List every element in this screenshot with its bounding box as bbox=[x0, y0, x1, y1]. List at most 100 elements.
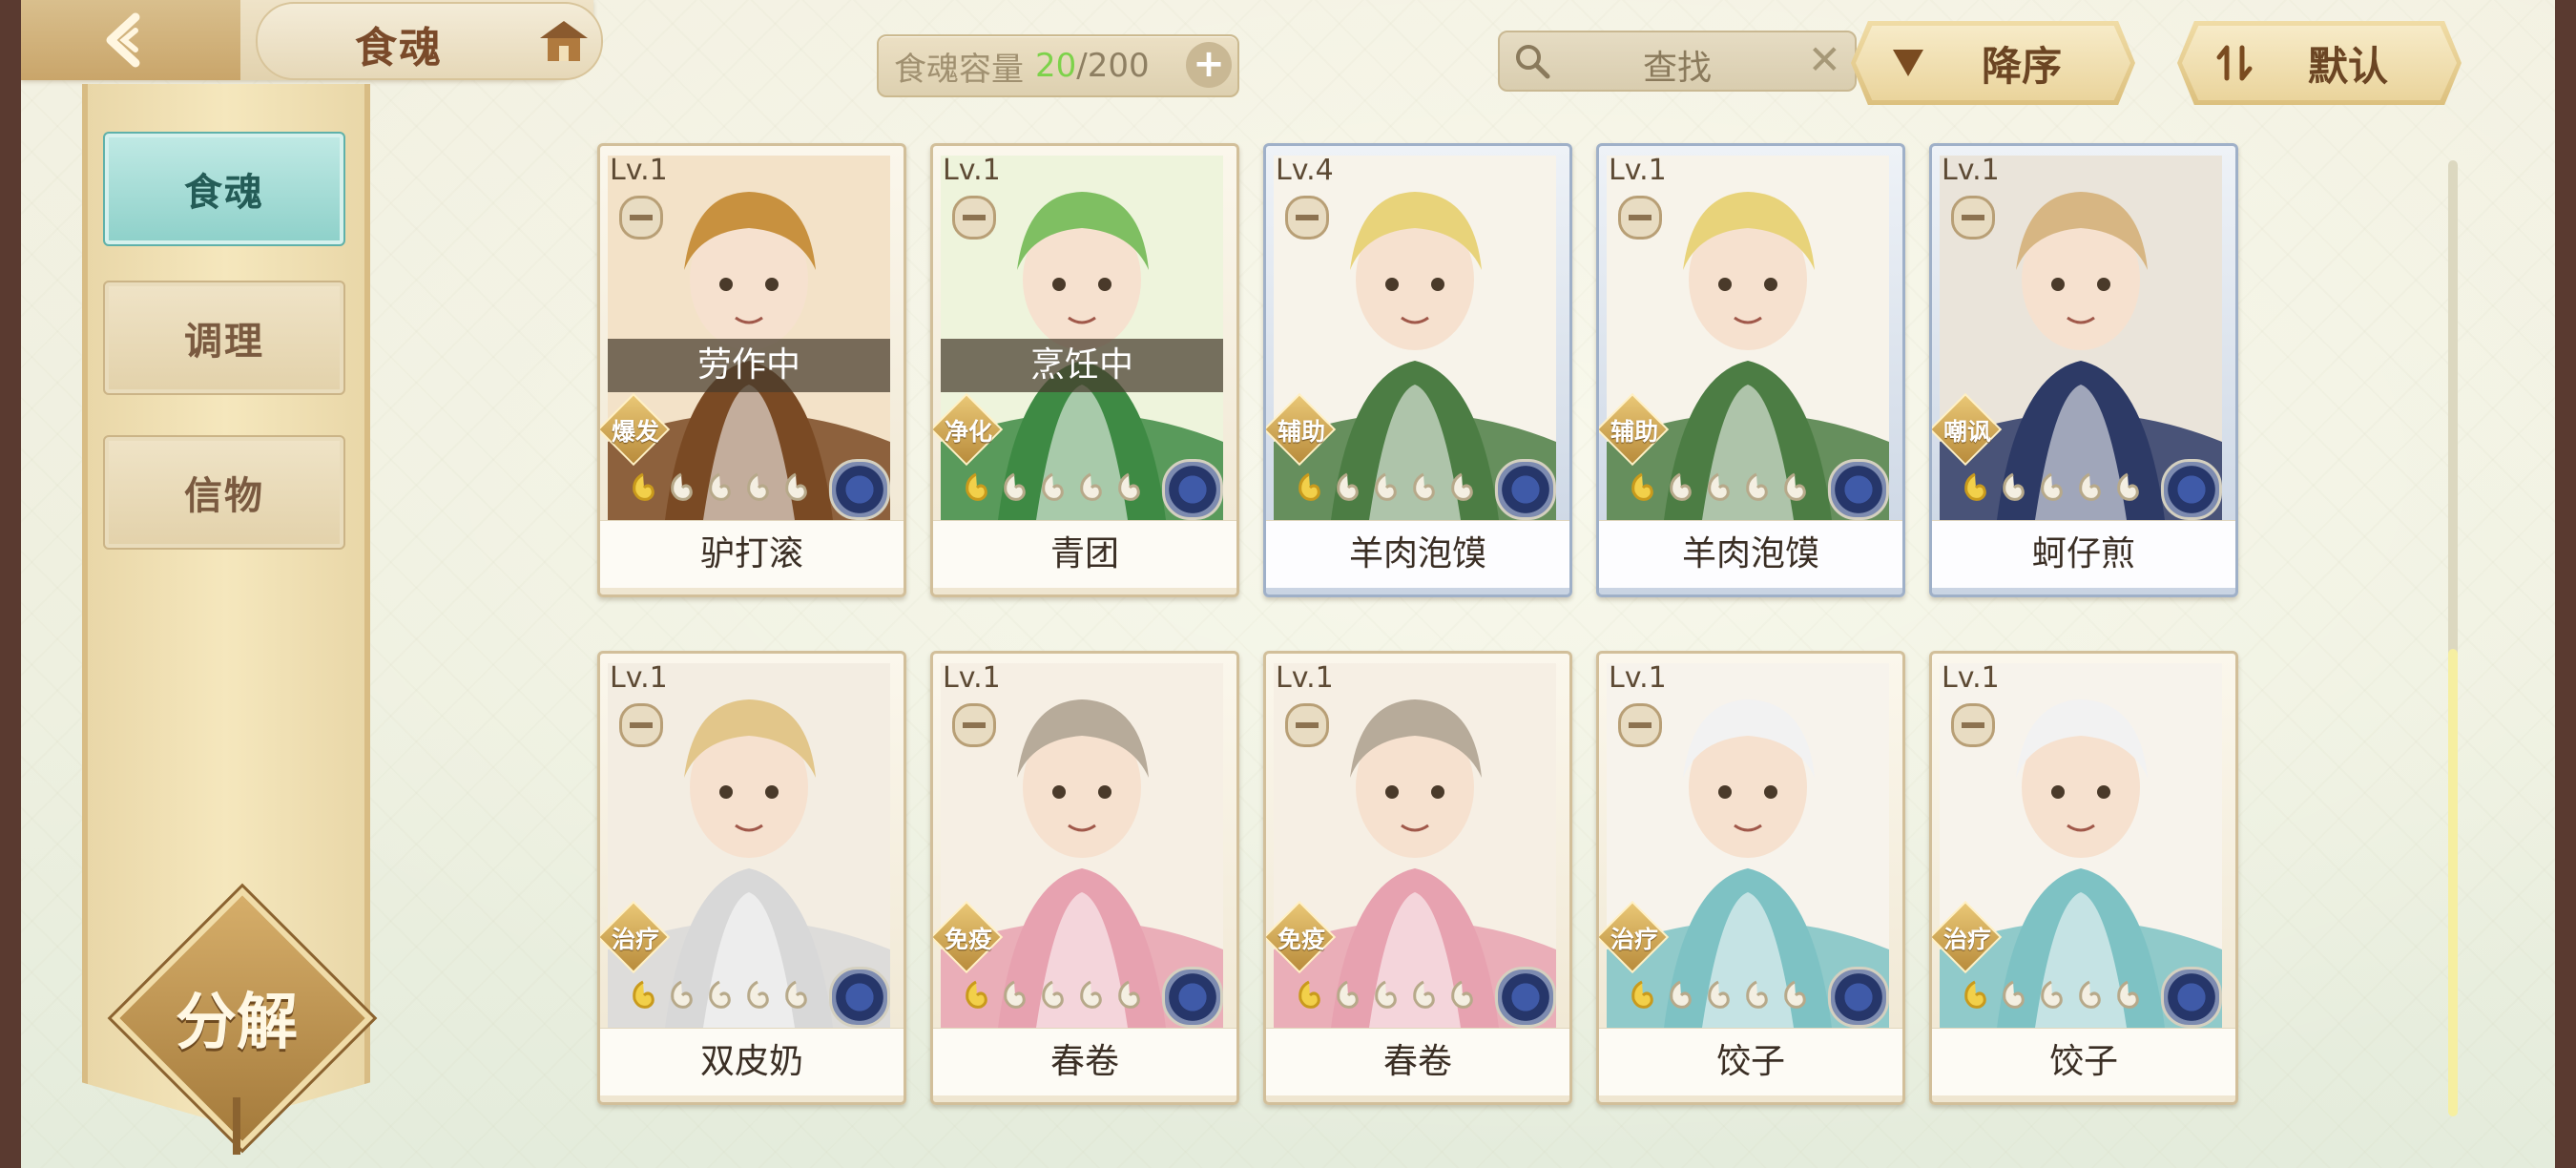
sidebar-tab-label: 调理 bbox=[184, 320, 264, 364]
food-soul-card[interactable]: Lv.4 辅助 羊肉泡馍 bbox=[1263, 143, 1572, 597]
role-badge: 爆发 bbox=[600, 392, 671, 467]
lock-icon[interactable] bbox=[619, 196, 663, 240]
card-level: Lv.1 bbox=[943, 154, 1001, 187]
clear-search-icon[interactable]: ✕ bbox=[1808, 36, 1841, 83]
add-capacity-button[interactable]: + bbox=[1186, 42, 1232, 88]
capacity-max: 200 bbox=[1087, 47, 1150, 85]
role-badge: 净化 bbox=[933, 392, 1004, 467]
search-box[interactable]: 查找 ✕ bbox=[1498, 31, 1857, 92]
card-level: Lv.1 bbox=[1609, 154, 1667, 187]
element-icon bbox=[1495, 967, 1556, 1028]
element-icon bbox=[2161, 459, 2222, 520]
home-icon[interactable] bbox=[536, 17, 592, 65]
star-icon bbox=[1664, 978, 1696, 1011]
card-status: 劳作中 bbox=[608, 339, 890, 392]
star-icon bbox=[627, 470, 659, 503]
card-level: Lv.1 bbox=[1276, 661, 1334, 695]
star-icon bbox=[1740, 470, 1773, 503]
role-label: 治疗 bbox=[1610, 926, 1658, 953]
sort-mode-button[interactable]: 默认 bbox=[2177, 21, 2462, 105]
food-soul-card[interactable]: Lv.1 治疗 饺子 bbox=[1596, 651, 1905, 1105]
element-icon bbox=[1162, 967, 1223, 1028]
star-icon bbox=[1331, 470, 1363, 503]
sidebar-tab-tokens[interactable]: 信物 bbox=[103, 435, 345, 550]
role-badge: 免疫 bbox=[933, 900, 1004, 974]
element-icon bbox=[1828, 459, 1889, 520]
role-badge: 治疗 bbox=[1932, 900, 2003, 974]
star-icon bbox=[665, 978, 697, 1011]
star-icon bbox=[1997, 470, 2029, 503]
tassel-ornament bbox=[233, 1097, 240, 1155]
food-soul-card[interactable]: Lv.1 治疗 饺子 bbox=[1929, 651, 2238, 1105]
filter-icon bbox=[2216, 45, 2253, 81]
card-level: Lv.1 bbox=[1942, 661, 2000, 695]
role-badge: 辅助 bbox=[1266, 392, 1337, 467]
card-level: Lv.1 bbox=[1942, 154, 2000, 187]
food-soul-card[interactable]: Lv.1 辅助 羊肉泡馍 bbox=[1596, 143, 1905, 597]
card-name: 春卷 bbox=[1266, 1028, 1569, 1095]
sort-order-button[interactable]: 降序 bbox=[1851, 21, 2135, 105]
role-badge: 嘲讽 bbox=[1932, 392, 2003, 467]
star-icon bbox=[1778, 978, 1811, 1011]
star-rating bbox=[627, 470, 812, 507]
element-icon bbox=[2161, 967, 2222, 1028]
lock-icon[interactable] bbox=[1951, 196, 1995, 240]
star-icon bbox=[1036, 470, 1069, 503]
sidebar-tab-cooking[interactable]: 调理 bbox=[103, 281, 345, 395]
food-soul-card[interactable]: Lv.1 烹饪中 净化 青团 bbox=[930, 143, 1239, 597]
card-level: Lv.1 bbox=[610, 661, 668, 695]
star-rating bbox=[960, 978, 1145, 1014]
star-icon bbox=[2035, 978, 2067, 1011]
star-rating bbox=[1293, 470, 1478, 507]
lock-icon[interactable] bbox=[1951, 703, 1995, 747]
food-soul-card[interactable]: Lv.1 劳作中 爆发 驴打滚 bbox=[597, 143, 906, 597]
star-rating bbox=[960, 470, 1145, 507]
card-level: Lv.4 bbox=[1276, 154, 1334, 187]
star-icon bbox=[2111, 978, 2144, 1011]
star-rating bbox=[1293, 978, 1478, 1014]
lock-icon[interactable] bbox=[1618, 196, 1662, 240]
role-badge: 免疫 bbox=[1266, 900, 1337, 974]
element-icon bbox=[829, 459, 890, 520]
role-badge: 治疗 bbox=[600, 900, 671, 974]
star-icon bbox=[960, 978, 992, 1011]
star-icon bbox=[1626, 470, 1658, 503]
role-label: 治疗 bbox=[1942, 926, 1991, 953]
star-icon bbox=[1369, 470, 1402, 503]
lock-icon[interactable] bbox=[1618, 703, 1662, 747]
scrollbar-thumb[interactable] bbox=[2448, 649, 2458, 1116]
sort-mode-label: 默认 bbox=[2307, 42, 2388, 90]
star-icon bbox=[1702, 470, 1735, 503]
star-icon bbox=[1293, 978, 1325, 1011]
star-icon bbox=[2073, 470, 2106, 503]
star-icon bbox=[1293, 470, 1325, 503]
star-icon bbox=[1112, 470, 1145, 503]
food-soul-card[interactable]: Lv.1 免疫 春卷 bbox=[930, 651, 1239, 1105]
search-input[interactable]: 查找 bbox=[1500, 40, 1855, 90]
food-soul-card[interactable]: Lv.1 嘲讽 蚵仔煎 bbox=[1929, 143, 2238, 597]
food-soul-card[interactable]: Lv.1 治疗 双皮奶 bbox=[597, 651, 906, 1105]
lock-icon[interactable] bbox=[952, 703, 996, 747]
lock-icon[interactable] bbox=[619, 703, 663, 747]
decompose-label[interactable]: 分解 bbox=[126, 973, 347, 1061]
star-icon bbox=[1331, 978, 1363, 1011]
star-icon bbox=[627, 978, 659, 1011]
star-icon bbox=[998, 978, 1030, 1011]
star-icon bbox=[1997, 978, 2029, 1011]
sidebar-tab-food-souls[interactable]: 食魂 bbox=[103, 132, 345, 246]
lock-icon[interactable] bbox=[1285, 196, 1329, 240]
food-soul-card[interactable]: Lv.1 免疫春卷 bbox=[1263, 651, 1572, 1105]
page-title: 食魂 bbox=[355, 24, 443, 73]
star-icon bbox=[1778, 470, 1811, 503]
star-icon bbox=[1074, 470, 1107, 503]
back-button[interactable] bbox=[21, 0, 240, 80]
star-icon bbox=[703, 978, 736, 1011]
card-level: Lv.1 bbox=[1609, 661, 1667, 695]
lock-icon[interactable] bbox=[1285, 703, 1329, 747]
element-icon bbox=[1828, 967, 1889, 1028]
lock-icon[interactable] bbox=[952, 196, 996, 240]
game-screen: 食魂 食魂容量 20 / 200 + 查找 ✕ 降序 默认 食魂 调理 信物 分… bbox=[21, 0, 2555, 1168]
star-icon bbox=[1407, 978, 1440, 1011]
sort-descending-icon bbox=[1893, 50, 1923, 76]
star-icon bbox=[703, 470, 736, 503]
